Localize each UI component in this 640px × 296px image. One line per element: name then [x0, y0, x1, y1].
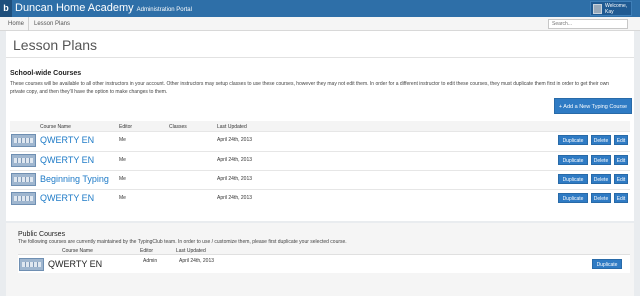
page-title: Lesson Plans	[13, 37, 98, 53]
delete-button[interactable]: Delete	[591, 135, 611, 145]
edit-button[interactable]: Edit	[614, 155, 628, 165]
main-content: Lesson Plans School-wide Courses These c…	[6, 31, 634, 221]
keyboard-thumbnail-icon	[11, 173, 36, 186]
keyboard-thumbnail-icon	[11, 192, 36, 205]
course-editor: Admin	[143, 258, 158, 264]
edit-button[interactable]: Edit	[614, 193, 628, 203]
table-row[interactable]: Beginning Typing Me April 24th, 2013 Dup…	[10, 170, 630, 187]
delete-button[interactable]: Delete	[591, 174, 611, 184]
keyboard-thumbnail-icon	[11, 134, 36, 147]
add-typing-course-button[interactable]: + Add a New Typing Course	[554, 98, 632, 114]
top-bar: b Duncan Home Academy Administration Port…	[0, 0, 640, 17]
course-editor: Me	[119, 137, 126, 143]
breadcrumb-home-link[interactable]: Home	[8, 20, 24, 28]
public-courses-description: The following courses are currently main…	[18, 239, 347, 245]
table-row[interactable]: QWERTY EN Me April 24th, 2013 Duplicate …	[10, 131, 630, 148]
academy-name: Duncan Home Academy	[15, 2, 134, 14]
column-editor: Editor	[119, 124, 133, 130]
course-name-link[interactable]: QWERTY EN	[40, 154, 94, 166]
public-courses-heading: Public Courses	[18, 231, 66, 238]
app-title: Duncan Home Academy Administration Portal	[15, 1, 192, 18]
course-name-link[interactable]: Beginning Typing	[40, 173, 109, 185]
edit-button[interactable]: Edit	[614, 135, 628, 145]
table-header	[10, 121, 630, 131]
course-editor: Me	[119, 157, 126, 163]
portal-subtitle: Administration Portal	[136, 7, 192, 13]
table-row[interactable]: QWERTY EN Me April 24th, 2013 Duplicate …	[10, 151, 630, 168]
keyboard-thumbnail-icon	[11, 154, 36, 167]
search-input[interactable]	[548, 19, 628, 29]
course-name-link[interactable]: QWERTY EN	[40, 192, 94, 204]
title-divider	[6, 57, 634, 58]
column-course-name: Course Name	[40, 124, 71, 130]
table-row[interactable]: QWERTY EN Me April 24th, 2013 Duplicate …	[10, 189, 630, 206]
duplicate-button[interactable]: Duplicate	[558, 174, 588, 184]
column-last-updated: Last Updated	[217, 124, 247, 130]
course-editor: Me	[119, 176, 126, 182]
duplicate-button[interactable]: Duplicate	[558, 193, 588, 203]
avatar	[593, 4, 602, 14]
keyboard-thumbnail-icon	[19, 258, 44, 271]
duplicate-button[interactable]: Duplicate	[592, 259, 622, 269]
course-updated: April 24th, 2013	[217, 176, 253, 182]
school-wide-heading: School-wide Courses	[10, 70, 82, 77]
delete-button[interactable]: Delete	[591, 155, 611, 165]
app-logo[interactable]: b	[0, 0, 12, 17]
breadcrumb: Home Lesson Plans	[0, 17, 640, 31]
user-greeting: Welcome, Kay	[605, 3, 627, 15]
course-name[interactable]: QWERTY EN	[48, 258, 102, 270]
breadcrumb-divider	[28, 17, 29, 31]
course-updated: April 24th, 2013	[217, 195, 253, 201]
column-classes: Classes	[169, 124, 187, 130]
user-name: Kay	[605, 9, 614, 15]
edit-button[interactable]: Edit	[614, 174, 628, 184]
duplicate-button[interactable]: Duplicate	[558, 135, 588, 145]
breadcrumb-current: Lesson Plans	[34, 21, 71, 27]
delete-button[interactable]: Delete	[591, 193, 611, 203]
user-menu[interactable]: Welcome, Kay	[590, 1, 632, 16]
course-updated: April 24th, 2013	[179, 258, 215, 264]
course-updated: April 24th, 2013	[217, 157, 253, 163]
course-name-link[interactable]: QWERTY EN	[40, 134, 94, 146]
course-editor: Me	[119, 195, 126, 201]
table-row[interactable]: QWERTY EN Admin April 24th, 2013 Duplica…	[18, 254, 630, 273]
school-wide-description: These courses will be available to all o…	[10, 81, 610, 95]
public-courses-section: Public Courses The following courses are…	[6, 223, 634, 296]
course-updated: April 24th, 2013	[217, 137, 253, 143]
duplicate-button[interactable]: Duplicate	[558, 155, 588, 165]
